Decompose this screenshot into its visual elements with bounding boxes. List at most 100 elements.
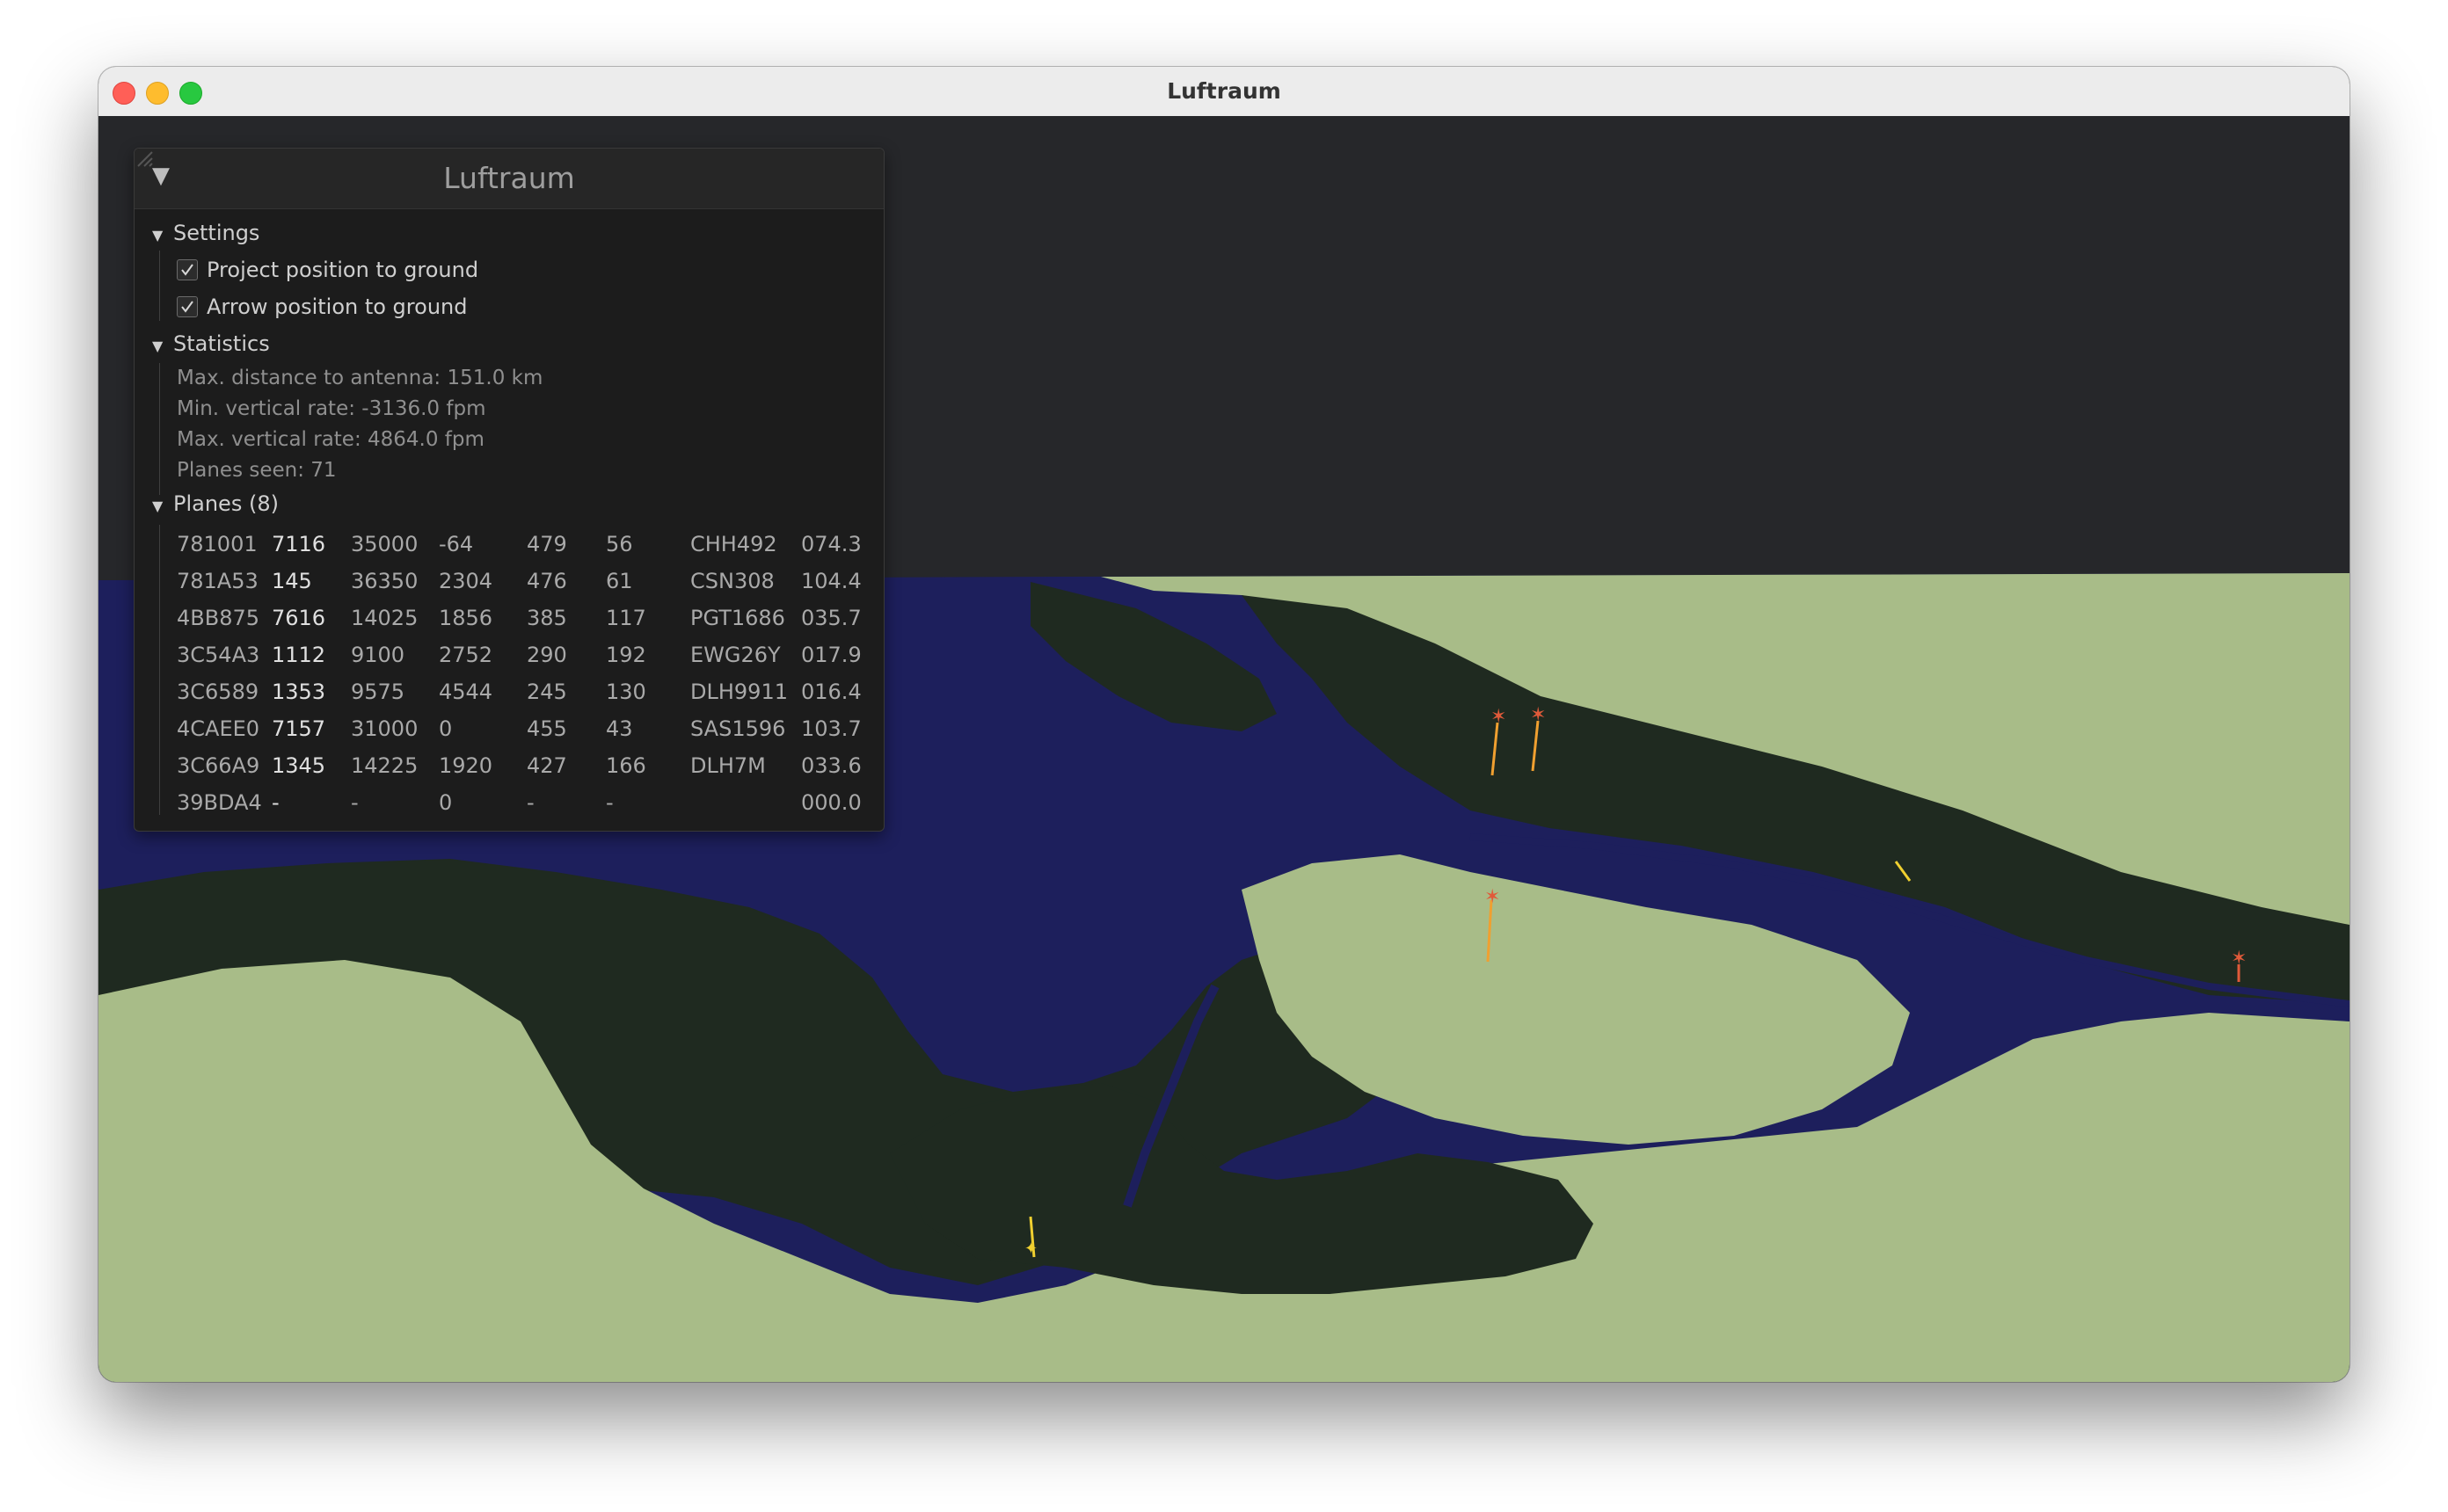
checkbox-label: Project position to ground	[207, 258, 479, 282]
table-cell: 017.9	[801, 643, 862, 667]
planes-node[interactable]: ▼ Planes (8)	[152, 491, 279, 516]
table-cell: 245	[527, 680, 567, 704]
plane-marker-star: ✶	[1530, 704, 1546, 726]
table-cell: 14025	[351, 606, 419, 630]
planes-label: Planes (8)	[173, 491, 279, 516]
table-cell: 1856	[439, 606, 493, 630]
resize-grip-icon[interactable]	[135, 149, 154, 168]
table-cell: 130	[606, 680, 646, 704]
checkbox-checked-icon[interactable]	[177, 296, 198, 317]
table-cell: 4544	[439, 680, 493, 704]
table-row: 3C54A3 1112 9100 2752 290 192 EWG26Y 017.9	[177, 643, 871, 680]
plane-marker-star: ✶	[1490, 706, 1506, 728]
table-cell: 39BDA4	[177, 790, 262, 815]
panel-header[interactable]: ▼ Luftraum	[135, 149, 884, 209]
table-cell: -	[272, 790, 280, 815]
table-cell: 3C6589	[177, 680, 259, 704]
table-row: 781A53 145 36350 2304 476 61 CSN308 104.4	[177, 569, 871, 606]
table-cell: -	[527, 790, 535, 815]
table-cell: 781001	[177, 532, 258, 556]
table-row: 3C66A9 1345 14225 1920 427 166 DLH7M 033.6	[177, 753, 871, 790]
stat-min-vertical-rate: Min. vertical rate: -3136.0 fpm	[177, 397, 486, 420]
table-cell: 43	[606, 716, 633, 741]
table-cell: EWG26Y	[690, 643, 781, 667]
table-cell: 000.0	[801, 790, 862, 815]
table-cell: 1112	[272, 643, 326, 667]
table-cell: CSN308	[690, 569, 775, 593]
table-cell: 104.4	[801, 569, 862, 593]
table-cell: 166	[606, 753, 646, 778]
table-cell: 781A53	[177, 569, 259, 593]
plane-marker-star: ✦	[1024, 1239, 1038, 1258]
table-cell: 9100	[351, 643, 405, 667]
table-cell: -64	[439, 532, 474, 556]
table-cell: 479	[527, 532, 567, 556]
table-cell: 3C66A9	[177, 753, 260, 778]
table-cell: 476	[527, 569, 567, 593]
table-row: 3C6589 1353 9575 4544 245 130 DLH9911 016.4	[177, 680, 871, 716]
app-window: Luftraum ✶ ✶ ✶ ✶ ✦ ▼ Luftraum ▼ Settings…	[98, 67, 2350, 1382]
luftraum-panel[interactable]: ▼ Luftraum ▼ Settings Project position to…	[134, 148, 885, 832]
table-cell: 56	[606, 532, 633, 556]
stat-planes-seen: Planes seen: 71	[177, 459, 337, 482]
table-cell: 3C54A3	[177, 643, 260, 667]
table-cell: 9575	[351, 680, 405, 704]
map-3d-viewport[interactable]: ✶ ✶ ✶ ✶ ✦ ▼ Luftraum ▼ Settings Project p…	[98, 116, 2350, 1382]
table-cell: 2752	[439, 643, 493, 667]
panel-title: Luftraum	[443, 161, 575, 195]
table-cell: 016.4	[801, 680, 862, 704]
table-cell: 1920	[439, 753, 493, 778]
table-cell: 385	[527, 606, 567, 630]
window-title: Luftraum	[1167, 78, 1281, 104]
table-cell: CHH492	[690, 532, 777, 556]
table-cell: -	[351, 790, 359, 815]
checkbox-checked-icon[interactable]	[177, 259, 198, 280]
table-cell: DLH9911	[690, 680, 788, 704]
table-cell: 145	[272, 569, 312, 593]
statistics-node[interactable]: ▼ Statistics	[152, 331, 270, 356]
triangle-down-icon: ▼	[152, 498, 164, 514]
triangle-down-icon: ▼	[152, 338, 164, 354]
table-cell: 4CAEE0	[177, 716, 260, 741]
table-cell: 290	[527, 643, 567, 667]
table-cell: 35000	[351, 532, 419, 556]
statistics-label: Statistics	[173, 331, 270, 356]
table-cell: DLH7M	[690, 753, 766, 778]
table-cell: 7616	[272, 606, 326, 630]
stat-max-vertical-rate: Max. vertical rate: 4864.0 fpm	[177, 428, 484, 451]
table-cell: 455	[527, 716, 567, 741]
table-cell: 033.6	[801, 753, 862, 778]
stat-max-distance: Max. distance to antenna: 151.0 km	[177, 367, 543, 389]
table-cell: 1353	[272, 680, 326, 704]
plane-marker-star: ✶	[1484, 886, 1500, 908]
table-cell: 61	[606, 569, 633, 593]
table-cell: 035.7	[801, 606, 862, 630]
table-cell: 117	[606, 606, 646, 630]
checkbox-label: Arrow position to ground	[207, 294, 468, 319]
title-bar: Luftraum	[98, 67, 2350, 117]
table-cell: 31000	[351, 716, 419, 741]
table-cell: -	[606, 790, 614, 815]
table-cell: 192	[606, 643, 646, 667]
table-cell: 074.3	[801, 532, 862, 556]
table-row: 4BB875 7616 14025 1856 385 117 PGT1686 035.7	[177, 606, 871, 643]
plane-marker-star: ✶	[2231, 948, 2247, 970]
arrow-position-checkbox[interactable]: Arrow position to ground	[177, 294, 467, 319]
table-cell: 0	[439, 716, 453, 741]
table-cell: 7157	[272, 716, 326, 741]
table-cell: 14225	[351, 753, 419, 778]
table-cell: 427	[527, 753, 567, 778]
table-row: 4CAEE0 7157 31000 0 455 43 SAS1596 103.7	[177, 716, 871, 753]
table-cell: SAS1596	[690, 716, 786, 741]
settings-node[interactable]: ▼ Settings	[152, 221, 259, 245]
settings-label: Settings	[173, 221, 260, 245]
table-row: 781001 7116 35000 -64 479 56 CHH492 074.3	[177, 532, 871, 569]
table-cell: PGT1686	[690, 606, 785, 630]
table-cell: 36350	[351, 569, 419, 593]
triangle-down-icon: ▼	[152, 227, 164, 244]
project-position-checkbox[interactable]: Project position to ground	[177, 258, 478, 282]
table-cell: 7116	[272, 532, 326, 556]
table-cell: 4BB875	[177, 606, 260, 630]
table-cell: 103.7	[801, 716, 862, 741]
table-cell: 2304	[439, 569, 493, 593]
